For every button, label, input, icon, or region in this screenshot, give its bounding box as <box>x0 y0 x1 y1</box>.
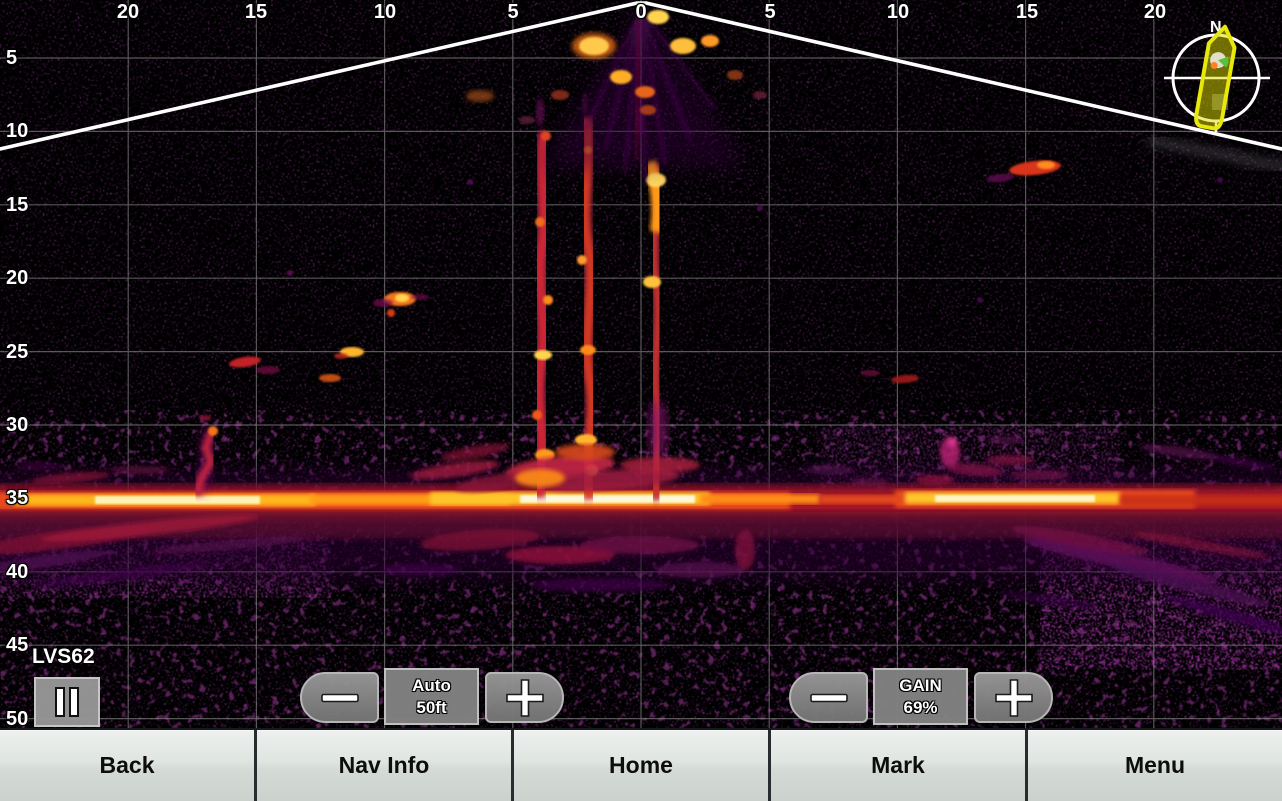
range-value-button[interactable]: Auto 50ft <box>384 668 479 725</box>
range-axis-label: 20 <box>117 2 139 22</box>
menu-button-menu[interactable]: Menu <box>1025 730 1282 801</box>
range-decrease-button[interactable] <box>300 672 379 723</box>
depth-axis-label: 35 <box>6 488 28 508</box>
minus-icon <box>320 693 360 703</box>
gain-value-label: 69% <box>903 697 937 718</box>
depth-axis-label: 5 <box>6 48 17 68</box>
transducer-label: LVS62 <box>32 646 95 667</box>
gain-title-label: GAIN <box>899 675 942 696</box>
menu-button-navinfo[interactable]: Nav Info <box>254 730 511 801</box>
range-value-label: 50ft <box>416 697 446 718</box>
menu-button-home[interactable]: Home <box>511 730 768 801</box>
gain-value-button[interactable]: GAIN 69% <box>873 668 968 725</box>
depth-axis-label: 45 <box>6 635 28 655</box>
depth-axis-label: 50 <box>6 709 28 729</box>
depth-axis-label: 25 <box>6 342 28 362</box>
range-axis-label: 0 <box>635 2 646 22</box>
menu-bar: Back Nav Info Home Mark Menu <box>0 728 1282 801</box>
depth-axis-label: 10 <box>6 121 28 141</box>
range-axis-label: 20 <box>1144 2 1166 22</box>
sonar-display[interactable] <box>0 0 1282 728</box>
depth-axis-label: 15 <box>6 195 28 215</box>
range-axis-label: 15 <box>245 2 267 22</box>
pause-icon <box>54 687 80 717</box>
depth-axis-label: 30 <box>6 415 28 435</box>
range-axis-label: 10 <box>887 2 909 22</box>
pause-button[interactable] <box>34 677 100 727</box>
gain-increase-button[interactable] <box>974 672 1053 723</box>
compass-indicator: N <box>1164 14 1272 136</box>
sonar-screen: 20 15 10 5 0 5 10 15 20 5 10 15 20 25 30… <box>0 0 1282 801</box>
depth-axis-label: 40 <box>6 562 28 582</box>
plus-icon <box>994 678 1034 718</box>
boat-icon <box>1195 25 1238 130</box>
range-axis-label: 15 <box>1016 2 1038 22</box>
gain-decrease-button[interactable] <box>789 672 868 723</box>
depth-axis-label: 20 <box>6 268 28 288</box>
range-axis-label: 5 <box>507 2 518 22</box>
minus-icon <box>809 693 849 703</box>
range-axis-label: 10 <box>374 2 396 22</box>
plus-icon <box>505 678 545 718</box>
menu-button-mark[interactable]: Mark <box>768 730 1025 801</box>
range-mode-label: Auto <box>412 675 451 696</box>
range-increase-button[interactable] <box>485 672 564 723</box>
menu-button-back[interactable]: Back <box>0 730 254 801</box>
range-axis-label: 5 <box>764 2 775 22</box>
